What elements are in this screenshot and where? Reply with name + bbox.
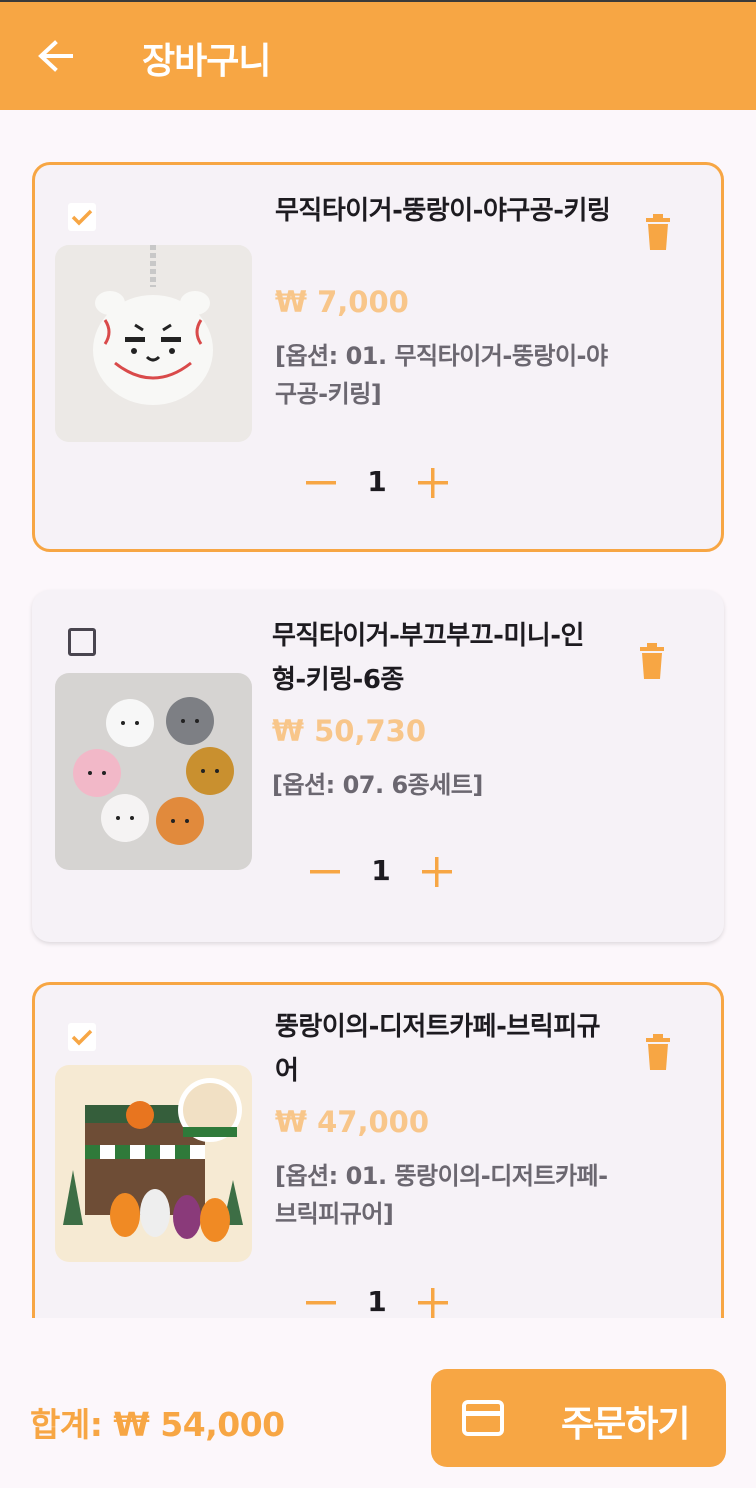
plus-icon [418,1288,448,1318]
minus-icon [306,481,336,485]
quantity-value: 1 [371,854,391,887]
credit-card-icon [462,1400,504,1436]
product-image [55,673,252,870]
quantity-value: 1 [367,1285,387,1318]
checkmark-icon [71,1029,93,1046]
product-image [55,245,252,442]
cart-list[interactable]: 무직타이거-뚱랑이-야구공-키링 ₩ 7,000 [옵션: 01. 무직타이거-… [0,110,756,1318]
increase-button[interactable] [413,463,453,503]
mini-doll-set-image [55,673,252,870]
minus-icon [306,1301,336,1305]
product-price: ₩ 50,730 [272,714,426,748]
item-checkbox[interactable] [68,628,96,656]
dessert-cafe-figure-image [55,1065,252,1262]
trash-icon [646,214,670,250]
item-checkbox[interactable] [68,1023,96,1051]
quantity-stepper: 1 [301,1283,451,1318]
product-price: ₩ 47,000 [275,1105,429,1139]
product-name: 무직타이거-부끄부끄-미니-인형-키링-6종 [272,621,584,695]
quantity-stepper: 1 [305,852,455,892]
item-checkbox[interactable] [68,203,96,231]
total-amount: 합계: ₩ 54,000 [30,1405,285,1444]
product-name: 뚱랑이의-디저트카페-브릭피규어 [275,1012,601,1086]
bottom-bar: 합계: ₩ 54,000 주문하기 [0,1318,756,1488]
plus-icon [418,468,448,498]
arrow-left-icon [38,40,73,72]
app-bar: 장바구니 [0,2,756,110]
cart-item: 뚱랑이의-디저트카페-브릭피규어 ₩ 47,000 [옵션: 01. 뚱랑이의-… [32,982,724,1318]
decrease-button[interactable] [305,852,345,892]
trash-icon [640,643,664,679]
trash-icon [646,1034,670,1070]
product-name: 무직타이거-뚱랑이-야구공-키링 [275,196,611,226]
product-price: ₩ 7,000 [275,285,409,319]
increase-button[interactable] [413,1283,453,1318]
product-image [55,1065,252,1262]
back-button[interactable] [30,34,80,78]
page-title: 장바구니 [142,41,271,82]
delete-button[interactable] [638,211,678,255]
quantity-value: 1 [367,465,387,498]
minus-icon [310,870,340,874]
decrease-button[interactable] [301,1283,341,1318]
quantity-stepper: 1 [301,463,451,503]
cart-item: 무직타이거-뚱랑이-야구공-키링 ₩ 7,000 [옵션: 01. 무직타이거-… [32,162,724,552]
order-button-label: 주문하기 [561,1404,690,1445]
product-option: [옵션: 01. 뚱랑이의-디저트카페-브릭피규어] [275,1162,608,1228]
increase-button[interactable] [417,852,457,892]
cart-item: 무직타이거-부끄부끄-미니-인형-키링-6종 ₩ 50,730 [옵션: 07.… [32,590,724,942]
tiger-keyring-image [55,245,252,442]
decrease-button[interactable] [301,463,341,503]
checkmark-icon [71,209,93,226]
plus-icon [422,857,452,887]
product-option: [옵션: 01. 무직타이거-뚱랑이-야구공-키링] [275,342,608,408]
order-button[interactable]: 주문하기 [431,1369,726,1467]
delete-button[interactable] [632,640,672,684]
delete-button[interactable] [638,1031,678,1075]
product-option: [옵션: 07. 6종세트] [272,771,483,799]
